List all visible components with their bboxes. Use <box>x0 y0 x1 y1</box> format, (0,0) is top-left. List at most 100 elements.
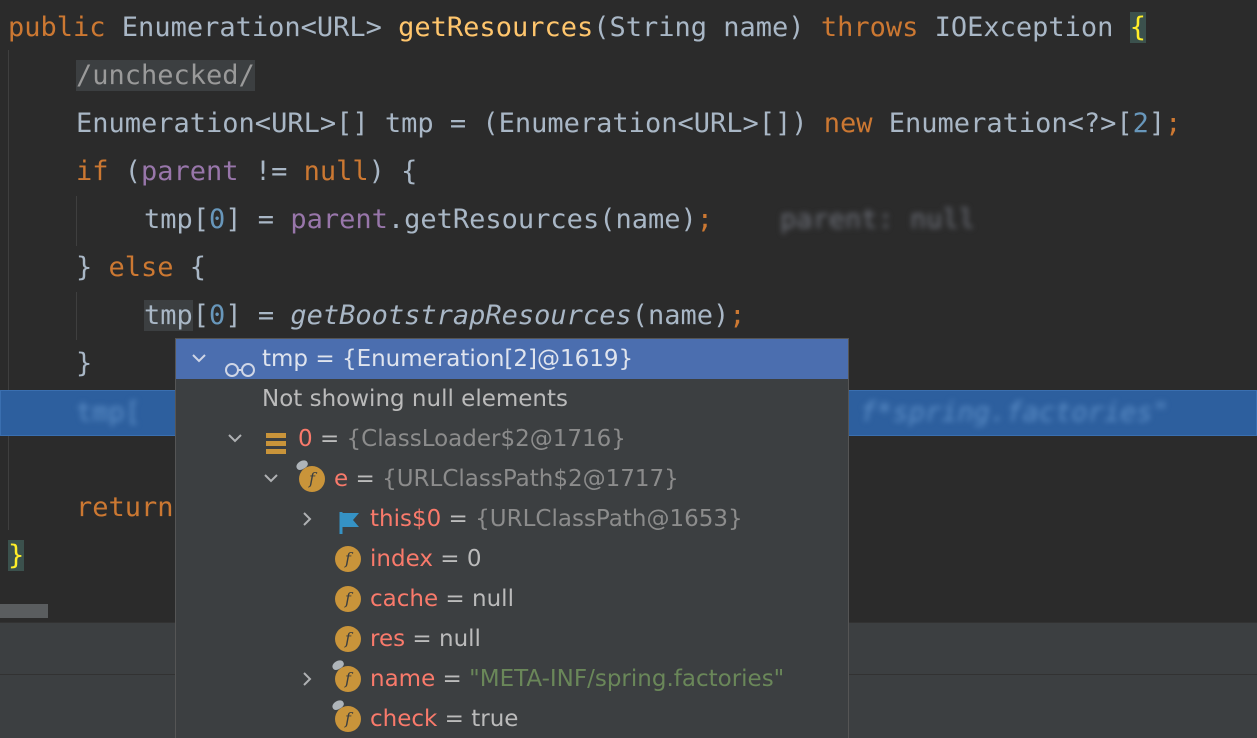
code-text: { <box>173 252 207 283</box>
code-text: (name) <box>631 300 730 331</box>
code-line-1: public Enumeration<URL> getResources(Str… <box>8 4 1146 52</box>
matched-brace: { <box>1129 12 1146 43</box>
code-text: ] = <box>225 300 291 331</box>
chevron-down-icon[interactable] <box>262 459 282 499</box>
field-name: e <box>334 466 349 492</box>
code-line-11: } <box>8 532 25 580</box>
keyword-public: public <box>8 12 106 43</box>
final-field-icon: f <box>294 458 325 492</box>
number-literal: 0 <box>209 300 226 331</box>
code-text: tmp[ <box>144 204 210 235</box>
code-line-3: Enumeration<URL>[] tmp = (Enumeration<UR… <box>76 100 1181 148</box>
code-line-8: } <box>76 340 92 388</box>
equals-sign: = <box>312 426 347 452</box>
tree-node-cache[interactable]: f cache = null <box>176 579 848 619</box>
code-text: [ <box>192 300 210 331</box>
keyword-return: return <box>76 492 174 523</box>
tree-node-check[interactable]: f check = true <box>176 698 848 738</box>
code-text: != <box>238 156 304 187</box>
field-value: null <box>439 626 481 652</box>
code-text: ) { <box>368 156 418 187</box>
chevron-right-icon[interactable] <box>300 499 320 539</box>
hovered-variable[interactable]: tmp <box>144 300 193 331</box>
tree-node-this0[interactable]: this$0 = {URLClassPath@1653} <box>176 499 848 539</box>
indent-guide <box>8 50 9 530</box>
variable-inspector-popup[interactable]: tmp = {Enumeration[2]@1619} Not showing … <box>175 338 849 738</box>
equals-sign: = <box>405 626 439 652</box>
execution-line-text: f*spring.factories" <box>860 397 1169 428</box>
field-value: 0 <box>466 546 482 572</box>
scrollbar-thumb[interactable] <box>0 604 48 618</box>
field-value: {URLClassPath@1653} <box>475 506 743 532</box>
variable-name: tmp <box>262 346 309 372</box>
field-icon: f <box>335 546 361 572</box>
field-value: true <box>471 706 519 732</box>
number-literal: 2 <box>1132 108 1149 139</box>
closing-brace: } <box>76 348 93 379</box>
popup-header-row[interactable]: tmp = {Enumeration[2]@1619} <box>176 339 848 379</box>
field-name: 0 <box>298 426 313 452</box>
field-value: null <box>472 586 514 612</box>
field-reference: parent <box>141 156 239 187</box>
field-value: {URLClassPath$2@1717} <box>382 466 679 492</box>
field-name: index <box>370 546 433 572</box>
keyword-null: null <box>303 156 369 187</box>
field-icon: f <box>335 586 361 612</box>
equals-sign: = <box>348 466 383 492</box>
execution-line-text: tmp[ <box>76 397 142 428</box>
code-line-6: } else { <box>76 244 206 292</box>
code-text: Enumeration<?>[ <box>872 108 1133 139</box>
field-value: {ClassLoader$2@1716} <box>346 426 626 452</box>
chevron-right-icon[interactable] <box>300 659 320 699</box>
exception-type: IOException <box>918 12 1130 43</box>
notice-text: Not showing null elements <box>262 386 568 412</box>
semicolon: ; <box>696 204 713 235</box>
return-type: Enumeration<URL> <box>105 12 399 43</box>
field-name: check <box>370 706 438 732</box>
equals-sign: = <box>432 546 467 572</box>
chevron-down-icon[interactable] <box>190 339 210 379</box>
tree-node-e[interactable]: f e = {URLClassPath$2@1717} <box>176 458 848 499</box>
code-text: ] <box>1148 108 1166 139</box>
semicolon: ; <box>1165 108 1182 139</box>
number-literal: 0 <box>209 204 226 235</box>
code-text: ( <box>108 156 142 187</box>
field-name: this$0 <box>370 506 442 532</box>
tree-node-element-0[interactable]: 0 = {ClassLoader$2@1716} <box>176 419 848 459</box>
indent-guide <box>76 196 77 246</box>
field-icon: f <box>335 626 361 652</box>
popup-header-text: tmp = {Enumeration[2]@1619} <box>262 339 633 379</box>
inline-debug-hint: parent: null <box>780 204 976 235</box>
chevron-down-icon[interactable] <box>226 419 246 459</box>
tree-node-index[interactable]: f index = 0 <box>176 539 848 579</box>
indent-guide <box>76 292 77 340</box>
field-reference: parent <box>290 204 388 235</box>
final-field-icon: f <box>330 698 361 732</box>
keyword-else: else <box>108 252 174 283</box>
field-value: "META-INF/spring.factories" <box>469 666 785 692</box>
field-name: res <box>370 626 406 652</box>
field-name: cache <box>370 586 439 612</box>
variable-value: {Enumeration[2]@1619} <box>341 346 634 372</box>
field-name: name <box>370 666 436 692</box>
code-line-4: if (parent != null) { <box>76 148 417 196</box>
static-method-call: getBootstrapResources <box>290 300 632 331</box>
final-field-icon: f <box>330 658 361 692</box>
code-text: ] = <box>225 204 291 235</box>
keyword-new: new <box>823 108 873 139</box>
tree-node-name[interactable]: f name = "META-INF/spring.factories" <box>176 658 848 699</box>
semicolon: ; <box>729 300 746 331</box>
equals-sign: = <box>435 666 470 692</box>
null-elements-notice: Not showing null elements <box>176 379 848 419</box>
equals-sign: = <box>308 346 342 372</box>
tree-node-res[interactable]: f res = null <box>176 619 848 659</box>
code-text: } <box>76 252 109 283</box>
method-name: getResources <box>398 12 594 43</box>
folded-comment[interactable]: /unchecked/ <box>76 60 255 91</box>
method-params: (String name) <box>593 12 821 43</box>
keyword-if: if <box>76 156 109 187</box>
equals-sign: = <box>441 506 476 532</box>
keyword-throws: throws <box>820 12 919 43</box>
code-line-7: tmp[0] = getBootstrapResources(name); <box>144 292 746 340</box>
code-text: .getResources(name) <box>387 204 697 235</box>
